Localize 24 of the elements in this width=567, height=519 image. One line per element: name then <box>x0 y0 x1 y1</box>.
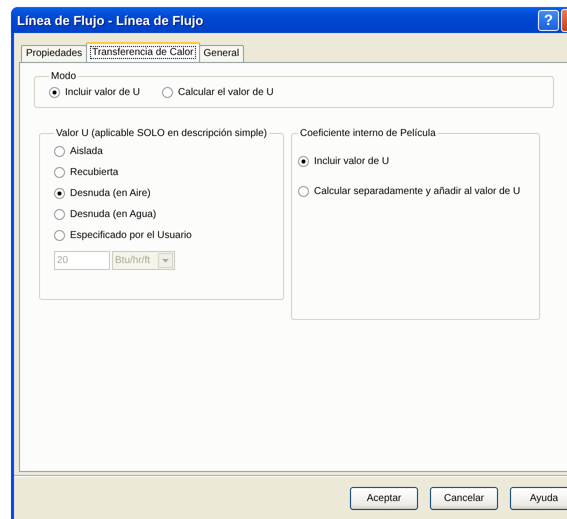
option-label: Incluir valor de U <box>65 87 140 98</box>
option-label: Desnuda (en Agua) <box>70 209 156 220</box>
option-label: Aislada <box>70 146 103 157</box>
dialog-button[interactable]: Aceptar <box>350 487 418 510</box>
tab[interactable]: Propiedades <box>21 45 88 62</box>
help-button[interactable]: ? <box>538 10 559 30</box>
group-title: Coeficiente interno de Película <box>299 128 437 139</box>
radio-button[interactable] <box>162 87 174 98</box>
group-title: Modo <box>50 71 78 82</box>
radio-button[interactable] <box>298 156 310 167</box>
option-label: Incluir valor de U <box>314 156 390 167</box>
option-label: Recubierta <box>70 167 118 178</box>
radio-button[interactable] <box>298 186 310 197</box>
tab[interactable]: General <box>198 45 244 62</box>
option-label: Especificado por el Usuario <box>70 230 192 241</box>
window-title: Línea de Flujo - Línea de Flujo <box>17 12 204 28</box>
dialog-button[interactable]: Cancelar <box>430 487 498 510</box>
tab[interactable]: Transferencia de Calor <box>86 42 200 62</box>
option-label: Desnuda (en Aire) <box>70 188 151 199</box>
option-label: Calcular separadamente y añadir al valor de U <box>314 186 520 197</box>
radio-button[interactable] <box>49 87 60 98</box>
option-label: Calcular el valor de U <box>178 87 274 98</box>
dialog-button[interactable]: Ayuda <box>510 487 567 510</box>
group-title: Valor U (aplicable SOLO en descripción simple) <box>55 128 268 139</box>
